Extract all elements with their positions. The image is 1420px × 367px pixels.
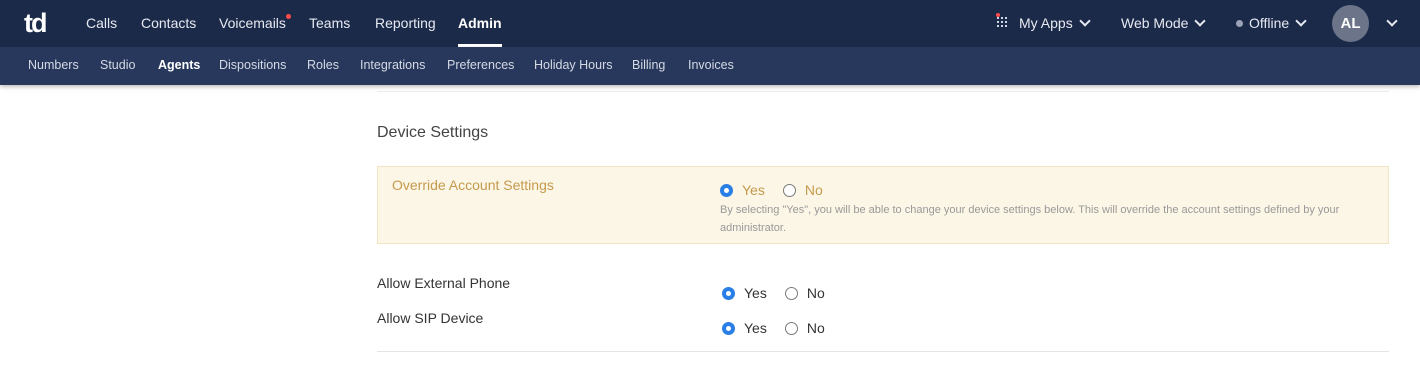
status-dropdown[interactable]: Offline [1236, 0, 1307, 47]
override-account-settings-label: Override Account Settings [392, 177, 554, 193]
nav-admin-label: Admin [458, 15, 502, 31]
allow-sip-device-label: Allow SIP Device [377, 310, 484, 326]
allow-external-phone-label: Allow External Phone [377, 275, 511, 291]
nav-contacts[interactable]: Contacts [141, 0, 196, 47]
sip-device-no-radio[interactable] [784, 321, 798, 335]
voicemail-notification-dot [286, 14, 291, 19]
subnav-holiday-hours[interactable]: Holiday Hours [534, 47, 613, 85]
external-phone-radio-group: Yes No [722, 285, 843, 301]
subnav-agents[interactable]: Agents [158, 47, 200, 85]
web-mode-dropdown[interactable]: Web Mode [1121, 0, 1207, 47]
override-no-label[interactable]: No [805, 182, 823, 198]
external-phone-no-radio[interactable] [784, 286, 798, 300]
chevron-down-icon [1194, 15, 1207, 27]
override-radio-group: Yes No [720, 182, 841, 198]
brand-logo[interactable]: td [24, 9, 54, 37]
override-yes-radio[interactable] [720, 183, 733, 197]
user-menu-toggle[interactable] [1380, 0, 1398, 47]
my-apps-dropdown[interactable]: My Apps [1019, 0, 1091, 47]
external-phone-yes-label[interactable]: Yes [744, 285, 767, 301]
user-avatar[interactable]: AL [1332, 5, 1369, 42]
nav-calls[interactable]: Calls [86, 0, 117, 47]
subnav-studio[interactable]: Studio [100, 47, 135, 85]
status-label: Offline [1249, 15, 1290, 31]
nav-voicemails[interactable]: Voicemails [219, 0, 286, 47]
apps-grid-icon [997, 17, 1009, 29]
nav-voicemails-label: Voicemails [219, 15, 286, 31]
override-yes-label[interactable]: Yes [742, 182, 765, 198]
subnav-billing[interactable]: Billing [632, 47, 665, 85]
sip-device-no-label[interactable]: No [807, 320, 825, 336]
override-no-radio[interactable] [782, 183, 796, 197]
external-phone-yes-radio[interactable] [722, 286, 735, 300]
override-help-text: By selecting "Yes", you will be able to … [720, 204, 1340, 234]
my-apps-label: My Apps [1019, 15, 1073, 31]
subnav-dispositions[interactable]: Dispositions [219, 47, 286, 85]
status-dot-icon [1236, 20, 1243, 27]
section-divider-bottom [377, 351, 1389, 352]
subnav-preferences[interactable]: Preferences [447, 47, 514, 85]
sip-device-yes-radio[interactable] [722, 321, 735, 335]
sip-device-yes-label[interactable]: Yes [744, 320, 767, 336]
device-settings-title: Device Settings [377, 124, 489, 141]
subnav-roles[interactable]: Roles [307, 47, 339, 85]
nav-teams[interactable]: Teams [309, 0, 350, 47]
nav-reporting[interactable]: Reporting [375, 0, 436, 47]
subnav-integrations[interactable]: Integrations [360, 47, 425, 85]
nav-admin[interactable]: Admin [458, 0, 502, 47]
section-divider [377, 91, 1389, 92]
web-mode-label: Web Mode [1121, 15, 1189, 31]
admin-subnav: Numbers Studio Agents Dispositions Roles… [0, 47, 1420, 85]
chevron-down-icon [1386, 15, 1398, 27]
sip-device-radio-group: Yes No [722, 320, 843, 336]
subnav-invoices[interactable]: Invoices [688, 47, 734, 85]
chevron-down-icon [1295, 15, 1307, 27]
chevron-down-icon [1079, 15, 1091, 27]
top-navbar: td Calls Contacts Voicemails Teams Repor… [0, 0, 1420, 47]
external-phone-no-label[interactable]: No [807, 285, 825, 301]
subnav-numbers[interactable]: Numbers [28, 47, 79, 85]
